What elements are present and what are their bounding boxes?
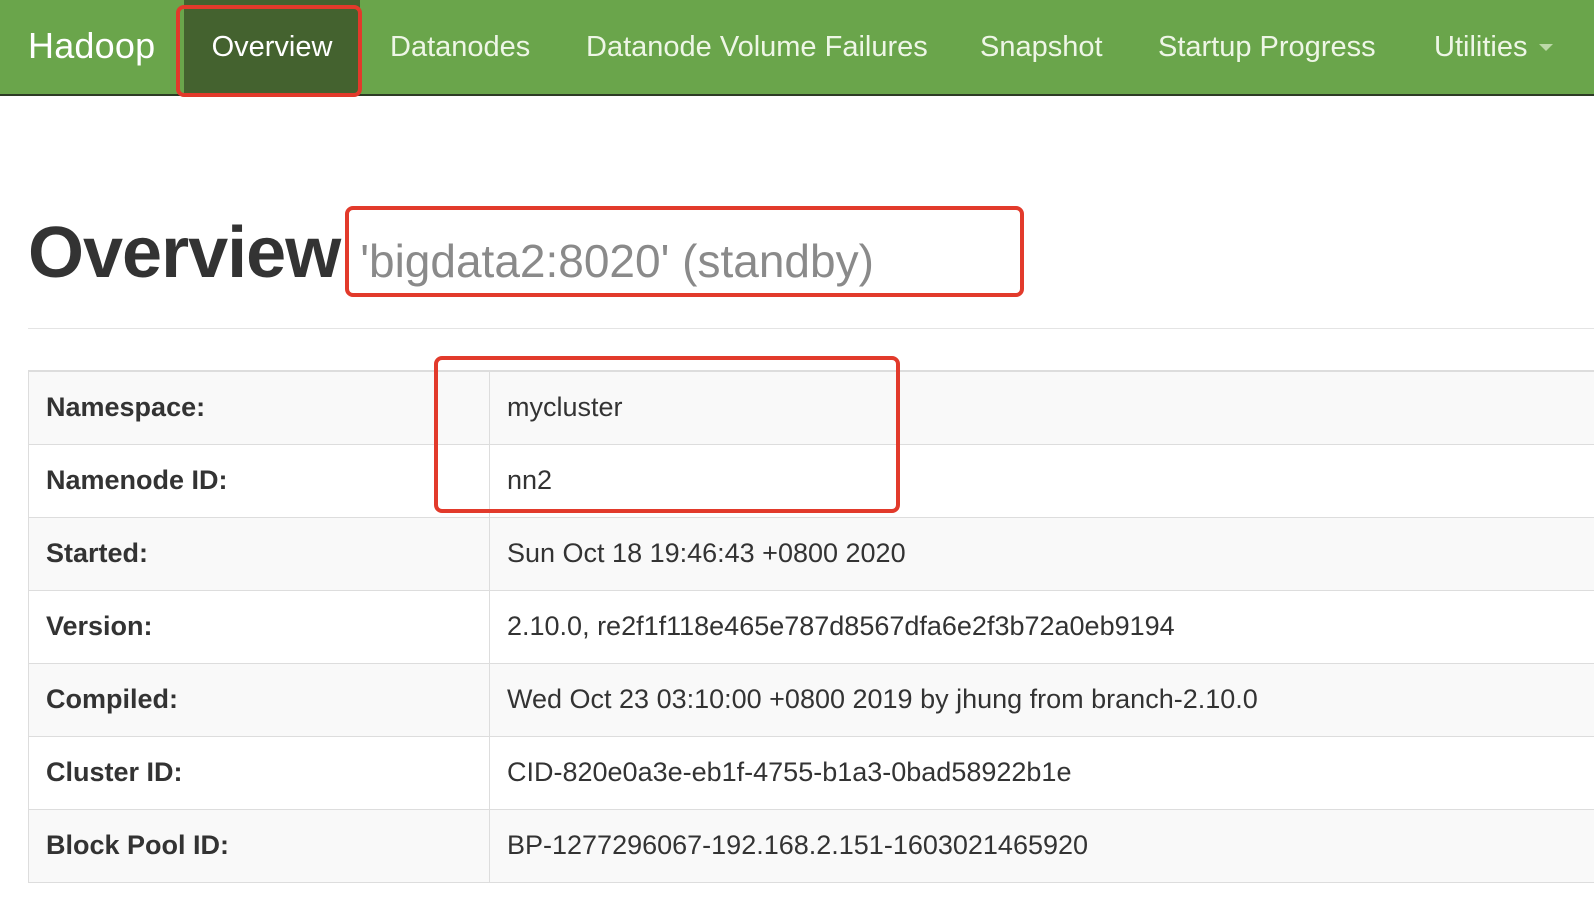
nav-item-overview[interactable]: Overview (184, 0, 360, 94)
nav-item-datanode-volume-failures[interactable]: Datanode Volume Failures (586, 0, 928, 94)
nav-item-datanodes[interactable]: Datanodes (390, 0, 530, 94)
nav-item-utilities[interactable]: Utilities (1434, 0, 1554, 94)
table-row: Namenode ID: nn2 (28, 443, 1594, 518)
row-value-namespace: mycluster (489, 370, 1594, 445)
nav-item-startup-progress[interactable]: Startup Progress (1158, 0, 1376, 94)
nav-item-utilities-label: Utilities (1434, 31, 1528, 63)
row-value-version: 2.10.0, re2f1f118e465e787d8567dfa6e2f3b7… (489, 589, 1594, 664)
table-row: Started: Sun Oct 18 19:46:43 +0800 2020 (28, 516, 1594, 591)
row-label-compiled: Compiled: (28, 662, 490, 737)
row-label-namespace: Namespace: (28, 370, 490, 445)
row-value-compiled: Wed Oct 23 03:10:00 +0800 2019 by jhung … (489, 662, 1594, 737)
heading-divider (28, 328, 1594, 329)
row-value-cluster-id: CID-820e0a3e-eb1f-4755-b1a3-0bad58922b1e (489, 735, 1594, 810)
top-navbar: Hadoop Overview Datanodes Datanode Volum… (0, 0, 1594, 96)
chevron-down-icon (1539, 44, 1554, 51)
row-label-version: Version: (28, 589, 490, 664)
table-row: Compiled: Wed Oct 23 03:10:00 +0800 2019… (28, 662, 1594, 737)
table-row: Version: 2.10.0, re2f1f118e465e787d8567d… (28, 589, 1594, 664)
row-label-block-pool-id: Block Pool ID: (28, 808, 490, 883)
table-row: Block Pool ID: BP-1277296067-192.168.2.1… (28, 808, 1594, 883)
overview-info-table: Namespace: mycluster Namenode ID: nn2 St… (28, 370, 1594, 883)
table-row: Cluster ID: CID-820e0a3e-eb1f-4755-b1a3-… (28, 735, 1594, 810)
page-heading: Overview 'bigdata2:8020' (standby) (28, 212, 874, 294)
nav-item-snapshot[interactable]: Snapshot (980, 0, 1103, 94)
row-value-block-pool-id: BP-1277296067-192.168.2.151-160302146592… (489, 808, 1594, 883)
row-value-namenode-id: nn2 (489, 443, 1594, 518)
row-label-cluster-id: Cluster ID: (28, 735, 490, 810)
hadoop-namenode-overview-page: Hadoop Overview Datanodes Datanode Volum… (0, 0, 1594, 900)
brand-logo[interactable]: Hadoop (28, 24, 155, 68)
row-value-started: Sun Oct 18 19:46:43 +0800 2020 (489, 516, 1594, 591)
namenode-address-status: 'bigdata2:8020' (standby) (360, 235, 874, 287)
page-title: Overview (28, 213, 341, 293)
row-label-namenode-id: Namenode ID: (28, 443, 490, 518)
row-label-started: Started: (28, 516, 490, 591)
table-row: Namespace: mycluster (28, 370, 1594, 445)
